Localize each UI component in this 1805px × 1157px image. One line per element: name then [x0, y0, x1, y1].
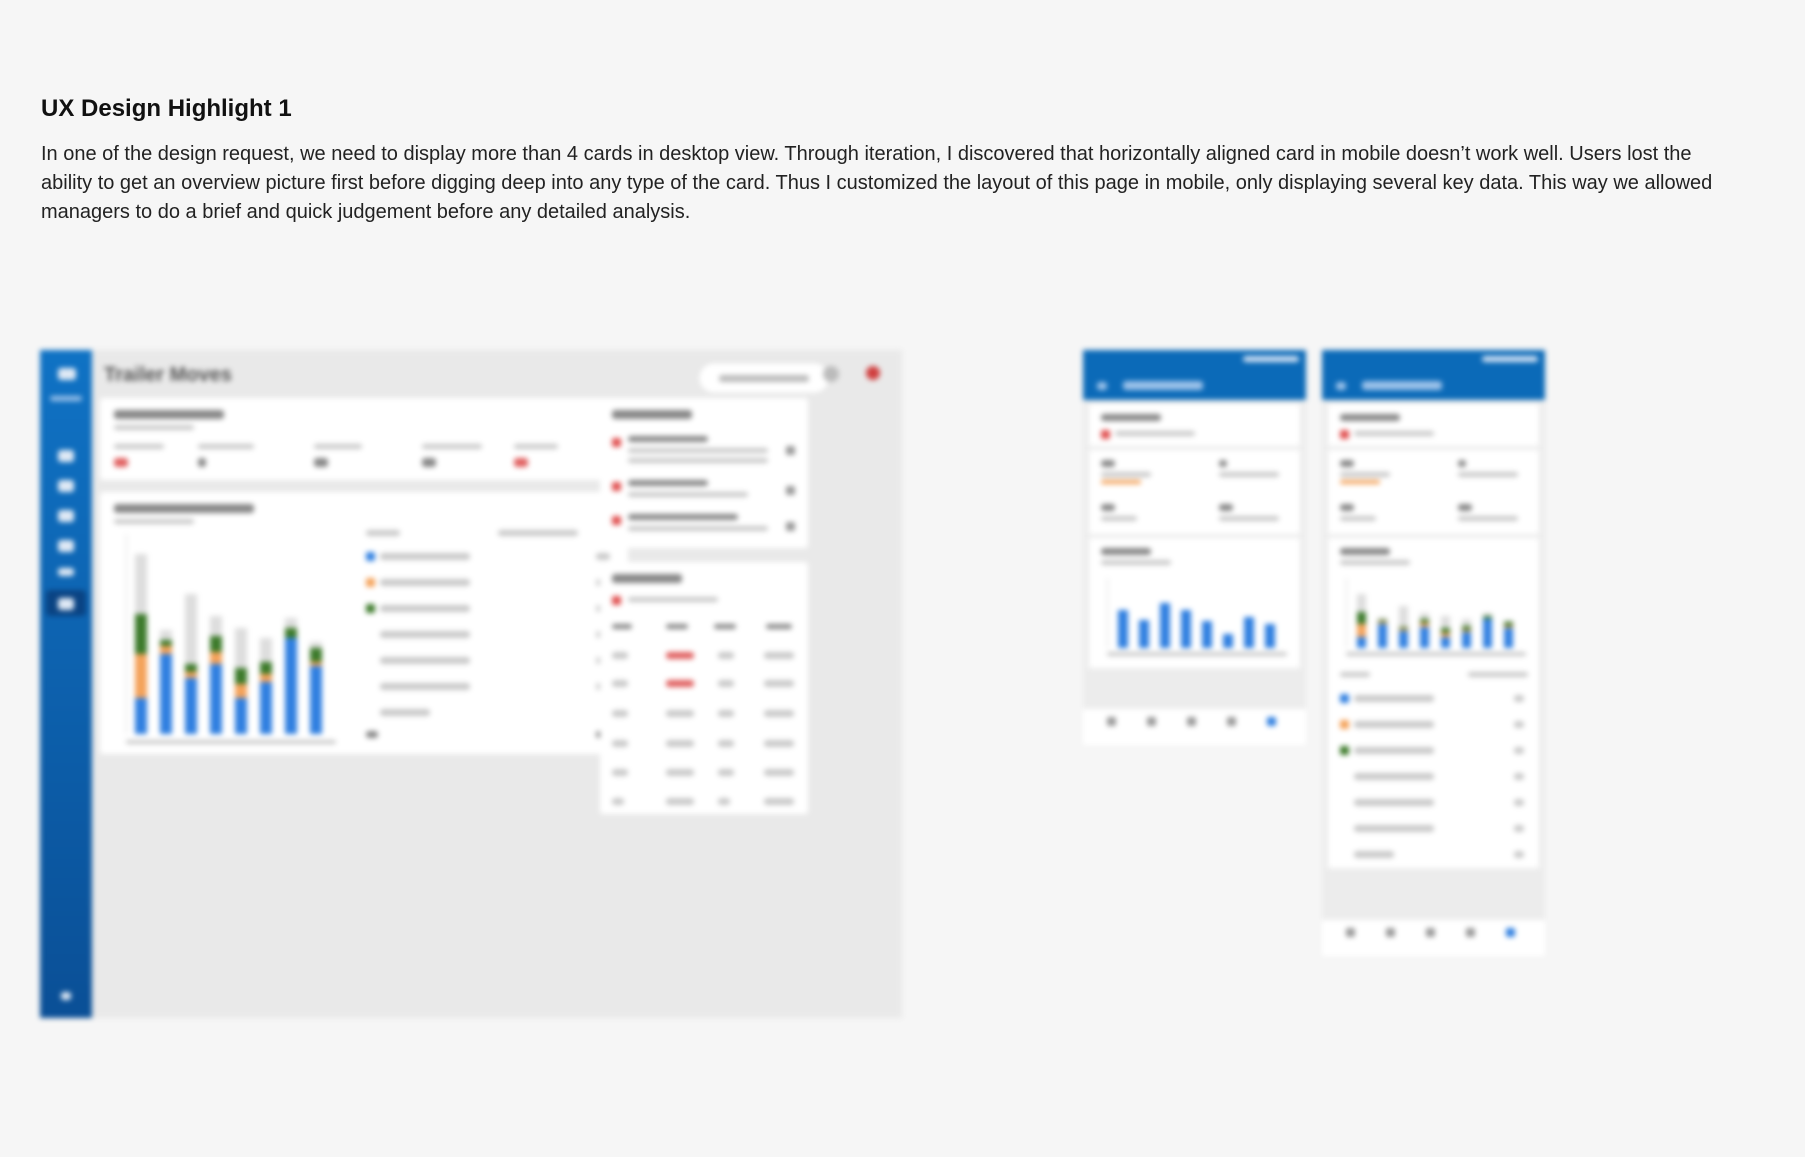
mockup-chart-bar	[1420, 623, 1429, 627]
mockup-chart-bar	[1181, 609, 1191, 648]
mockup-chart-bar	[260, 662, 272, 674]
mockup-chart-bar	[1504, 622, 1513, 627]
mockup-chart-bar	[1441, 628, 1450, 633]
mockup-chart-bar	[185, 678, 197, 734]
mockup-chart-bar	[1462, 619, 1471, 627]
mockup-chart-bar	[210, 616, 222, 636]
mockup-chart-bar	[1265, 623, 1275, 648]
mockup-chart-bar	[235, 684, 247, 698]
mockup-chart-bar	[135, 654, 147, 698]
mockup-chart-bar	[1462, 626, 1471, 630]
mockup-chart-bar	[235, 698, 247, 734]
mockup-chart-bar	[1399, 627, 1408, 630]
mockup-chart-bar	[1357, 612, 1366, 624]
mockup-chart-bar	[210, 664, 222, 734]
mockup-chart-bar	[160, 640, 172, 646]
mockup-chart-bar	[235, 628, 247, 668]
mockup-chart-bar	[1420, 618, 1429, 624]
mockup-chart-bar	[1118, 609, 1128, 648]
mockup-alerts-card	[600, 398, 808, 548]
mockup-chart-bar	[1399, 629, 1408, 632]
mockup-chart-bar	[160, 630, 172, 640]
mockup-chart-bar	[1357, 594, 1366, 612]
mockup-trend-card	[100, 492, 628, 754]
mockup-chart-bar	[1378, 619, 1387, 622]
mockup-chart-bar	[1399, 631, 1408, 648]
mockup-chart-bar	[1462, 632, 1471, 648]
mockup-chart-bar	[1441, 616, 1450, 629]
mockup-chart-bar	[1504, 627, 1513, 648]
description-paragraph: In one of the design request, we need to…	[41, 143, 1713, 223]
mockup-chart-bar	[1462, 630, 1471, 633]
mockup-chart-bar	[1441, 637, 1450, 648]
mobile-mockup-detail	[1322, 350, 1545, 956]
mockup-chart-bar	[260, 674, 272, 682]
mockup-chart-bar	[310, 642, 322, 648]
mockup-chart-bar	[185, 664, 197, 672]
mockup-chart-bar	[235, 668, 247, 684]
mockup-chart-bar	[135, 698, 147, 734]
mockup-chart-bar	[1441, 633, 1450, 638]
mockup-chart-bar	[310, 662, 322, 666]
mockup-chart-bar	[185, 672, 197, 678]
mockup-chart-bar	[1223, 634, 1233, 648]
mockup-chart-bar	[135, 554, 147, 614]
mockup-chart-bar	[1357, 624, 1366, 638]
mockup-chart-bar	[1483, 613, 1492, 617]
mockup-chart-bar	[210, 636, 222, 652]
mockup-chart-bar	[135, 614, 147, 654]
mockup-chart-bar	[1202, 621, 1212, 648]
mockup-chart-bar	[260, 682, 272, 734]
mockup-chart-bar	[1244, 616, 1254, 648]
mockup-chart-bar	[310, 666, 322, 734]
mockup-chart-bar	[1420, 627, 1429, 648]
mockup-chart-bar	[1139, 620, 1149, 648]
mockup-chart-bar	[310, 648, 322, 662]
mockup-chart-bar	[285, 638, 297, 734]
mockup-chart-bar	[1483, 619, 1492, 648]
mockup-chart-bar	[285, 618, 297, 628]
mockup-chart-bar	[1160, 602, 1170, 648]
mockup-chart-bar	[185, 594, 197, 664]
mockup-kpi-card	[100, 398, 628, 480]
mockup-chart-bar	[1378, 621, 1387, 624]
mockup-chart-bar	[210, 652, 222, 664]
mockup-chart-bar	[1378, 616, 1387, 620]
mockup-filter-pill	[698, 362, 830, 394]
mockup-chart-bar	[1504, 620, 1513, 623]
mockup-chart-bar	[1504, 626, 1513, 628]
desktop-mockup-image: Trailer Moves	[40, 350, 902, 1018]
mockup-chart-bar	[160, 654, 172, 734]
mockup-chart-bar	[285, 628, 297, 638]
mockup-chart-bar	[1420, 612, 1429, 619]
mockup-chart-bar	[160, 646, 172, 654]
mockup-chart-bar	[1483, 616, 1492, 620]
mockup-chart-bar	[1399, 606, 1408, 627]
page-heading: UX Design Highlight 1	[41, 95, 292, 122]
mockup-chart-bar	[1378, 624, 1387, 648]
mobile-mockup-summary	[1083, 350, 1306, 745]
mockup-worksteps-card	[600, 562, 808, 814]
mockup-title: Trailer Moves	[104, 364, 232, 386]
mockup-sidebar	[40, 350, 92, 1018]
mockup-chart-bar	[1357, 637, 1366, 648]
mockup-chart-bar	[260, 638, 272, 662]
